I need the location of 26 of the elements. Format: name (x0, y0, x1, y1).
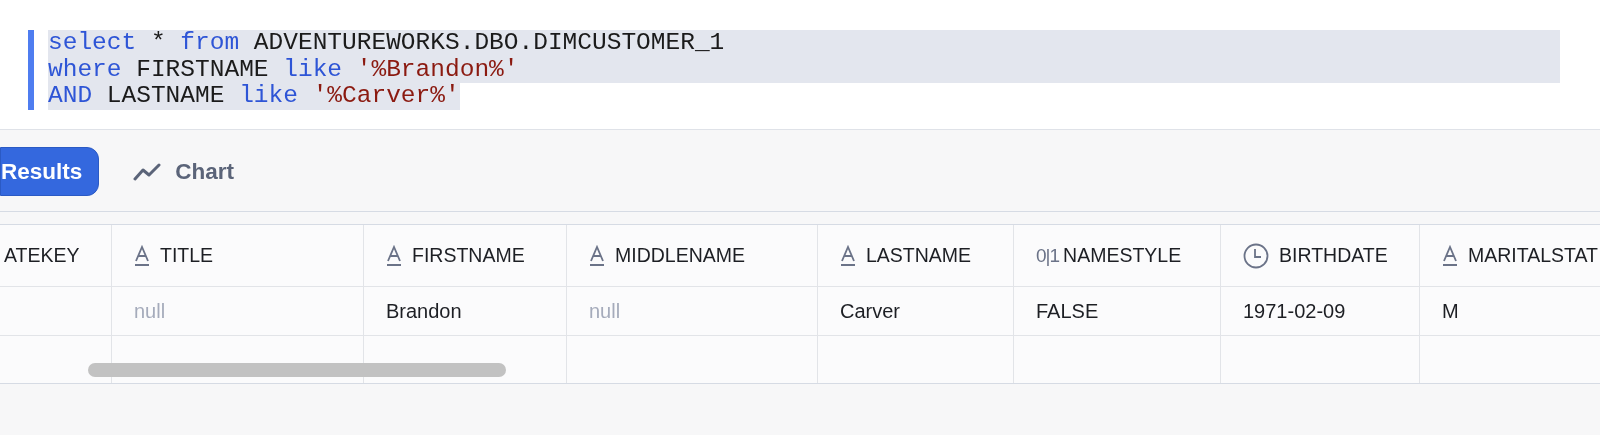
text-type-icon (1442, 244, 1458, 267)
table-cell: FALSE (1036, 299, 1099, 323)
line-chart-icon (133, 161, 162, 182)
column-header[interactable]: MIDDLENAME (615, 244, 746, 267)
column-header[interactable]: BIRTHDATE (1279, 244, 1388, 267)
column-header[interactable]: NAMESTYLE (1063, 244, 1182, 267)
column-header[interactable]: ATEKEY (4, 244, 80, 267)
text-type-icon (589, 244, 605, 267)
table-cell: 1971-02-09 (1243, 299, 1346, 323)
table-cell: M (1442, 299, 1459, 323)
column-header[interactable]: MARITALSTAT (1468, 244, 1598, 267)
text-type-icon (134, 244, 150, 267)
boolean-type-icon: 0|1 (1036, 244, 1060, 267)
column-header[interactable]: FIRSTNAME (412, 244, 525, 267)
table-cell: Carver (840, 299, 900, 323)
text-type-icon (386, 244, 402, 267)
table-cell: null (589, 299, 621, 323)
table-cell: Brandon (386, 299, 462, 323)
tab[interactable]: Results (0, 147, 100, 196)
clock-icon (1243, 242, 1269, 269)
scrollbar[interactable] (88, 363, 506, 377)
table-cell: null (134, 299, 166, 323)
column-header[interactable]: LASTNAME (866, 244, 972, 267)
text-type-icon (840, 244, 856, 267)
column-header[interactable]: TITLE (160, 244, 214, 267)
tab[interactable]: Chart (117, 147, 251, 196)
